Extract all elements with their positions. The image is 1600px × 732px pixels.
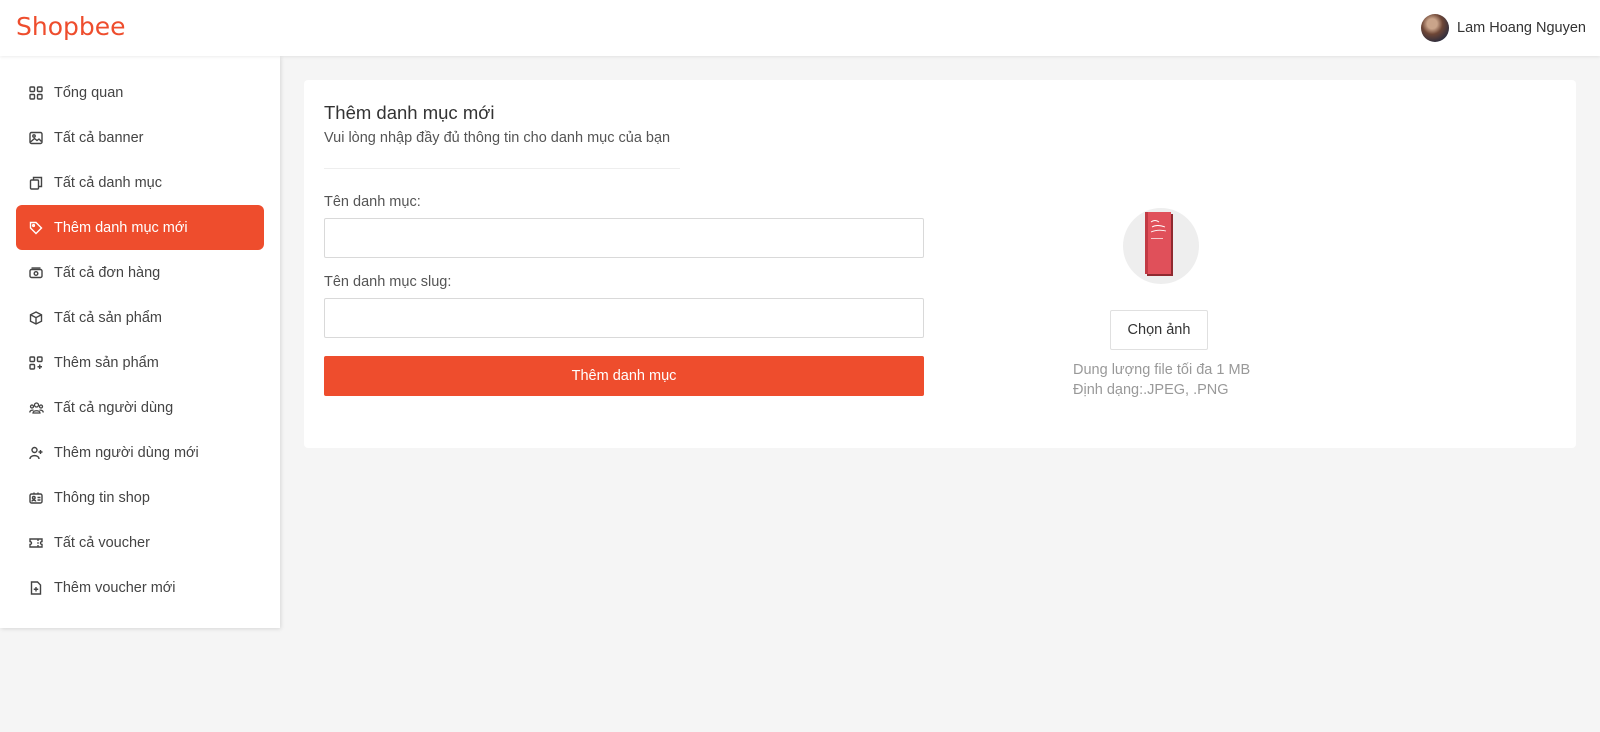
brand-logo[interactable]: Shopbee	[16, 12, 126, 41]
sidebar-item-add-user[interactable]: Thêm người dùng mới	[16, 430, 264, 475]
file-format-hint: Định dạng:.JPEG, .PNG	[1073, 382, 1229, 398]
sidebar-item-label: Thêm danh mục mới	[54, 219, 188, 236]
sidebar-item-label: Tất cả banner	[54, 129, 144, 146]
sidebar-item-label: Thông tin shop	[54, 489, 150, 506]
choose-image-button[interactable]: Chọn ảnh	[1110, 310, 1208, 350]
image-icon	[28, 130, 44, 146]
user-menu[interactable]: Lam Hoang Nguyen	[1421, 14, 1586, 42]
sidebar-item-add-voucher[interactable]: Thêm voucher mới	[16, 565, 264, 610]
category-slug-input[interactable]	[324, 298, 924, 338]
ticket-icon	[28, 535, 44, 551]
user-name[interactable]: Lam Hoang Nguyen	[1457, 20, 1586, 36]
sidebar-item-label: Thêm sản phẩm	[54, 354, 159, 371]
file-size-hint: Dung lượng file tối đa 1 MB	[1073, 362, 1251, 378]
sidebar-item-label: Tất cả danh mục	[54, 174, 162, 191]
avatar[interactable]	[1421, 14, 1450, 42]
divider	[324, 168, 680, 169]
sidebar-item-label: Thêm voucher mới	[54, 579, 176, 596]
sidebar-item-label: Tất cả voucher	[54, 534, 150, 551]
sidebar-item-shop-info[interactable]: Thông tin shop	[16, 475, 264, 520]
sidebar-item-label: Tất cả sản phẩm	[54, 309, 162, 326]
cash-icon	[28, 265, 44, 281]
top-header: Shopbee Lam Hoang Nguyen	[0, 0, 1600, 56]
add-category-button[interactable]: Thêm danh mục	[324, 356, 924, 396]
page-title: Thêm danh mục mới	[324, 102, 495, 123]
grid-plus-icon	[28, 355, 44, 371]
sidebar-item-categories[interactable]: Tất cả danh mục	[16, 160, 264, 205]
user-plus-icon	[28, 445, 44, 461]
box-icon	[28, 310, 44, 326]
sidebar-item-label: Thêm người dùng mới	[54, 444, 199, 461]
category-slug-label: Tên danh mục slug:	[324, 274, 452, 290]
sidebar-item-overview[interactable]: Tổng quan	[16, 70, 264, 115]
id-card-icon	[28, 490, 44, 506]
category-image-preview	[1123, 208, 1199, 284]
sidebar-item-users[interactable]: Tất cả người dùng	[16, 385, 264, 430]
users-icon	[28, 400, 44, 416]
add-category-card: Thêm danh mục mới Vui lòng nhập đầy đủ t…	[304, 80, 1576, 448]
file-plus-icon	[28, 580, 44, 596]
sidebar-item-add-product[interactable]: Thêm sản phẩm	[16, 340, 264, 385]
sidebar-item-banners[interactable]: Tất cả banner	[16, 115, 264, 160]
sidebar-item-products[interactable]: Tất cả sản phẩm	[16, 295, 264, 340]
sidebar-item-label: Tất cả người dùng	[54, 399, 174, 416]
tag-icon	[28, 220, 44, 236]
sidebar-item-add-category[interactable]: Thêm danh mục mới	[16, 205, 264, 250]
sidebar-item-orders[interactable]: Tất cả đơn hàng	[16, 250, 264, 295]
category-name-label: Tên danh mục:	[324, 194, 421, 210]
sidebar-item-label: Tổng quan	[54, 84, 124, 101]
page-subtitle: Vui lòng nhập đầy đủ thông tin cho danh …	[324, 130, 671, 146]
sidebar-item-vouchers[interactable]: Tất cả voucher	[16, 520, 264, 565]
category-name-input[interactable]	[324, 218, 924, 258]
sidebar-item-label: Tất cả đơn hàng	[54, 264, 161, 281]
copy-icon	[28, 175, 44, 191]
sidebar: Tổng quan Tất cả banner Tất cả danh mục …	[0, 56, 280, 628]
book-cover-image	[1145, 212, 1173, 276]
grid-icon	[28, 85, 44, 101]
